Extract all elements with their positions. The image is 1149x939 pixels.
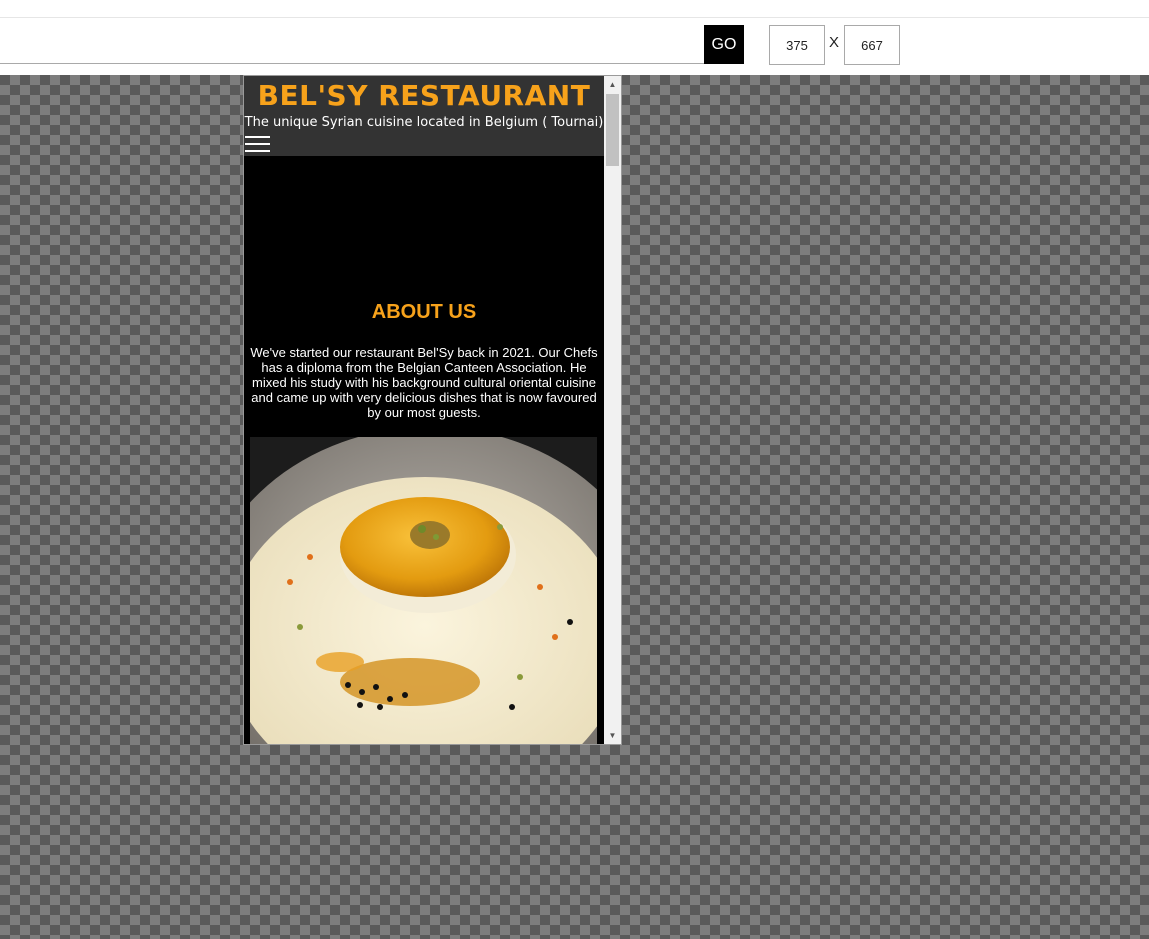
device-frame: BEL'SY RESTAURANT The unique Syrian cuis… bbox=[243, 75, 622, 745]
go-button[interactable]: GO bbox=[704, 25, 744, 64]
site-viewport[interactable]: BEL'SY RESTAURANT The unique Syrian cuis… bbox=[244, 76, 604, 744]
hamburger-menu-icon[interactable] bbox=[245, 135, 270, 153]
about-paragraph: We've started our restaurant Bel'Sy back… bbox=[250, 345, 598, 420]
vertical-scrollbar[interactable]: ▲ ▼ bbox=[604, 76, 621, 744]
dessert-image-icon bbox=[250, 437, 597, 744]
top-strip bbox=[0, 0, 1149, 18]
scroll-down-arrow-icon[interactable]: ▼ bbox=[604, 727, 621, 744]
site-title: BEL'SY RESTAURANT bbox=[257, 79, 591, 112]
height-input[interactable] bbox=[844, 25, 900, 65]
menu-bar-line bbox=[245, 143, 270, 145]
scroll-thumb[interactable] bbox=[606, 94, 619, 166]
menu-bar-line bbox=[245, 150, 270, 152]
scroll-up-arrow-icon[interactable]: ▲ bbox=[604, 76, 621, 93]
width-input[interactable] bbox=[769, 25, 825, 65]
responsive-toolbar: GO X bbox=[0, 18, 1149, 75]
menu-bar-line bbox=[245, 136, 270, 138]
site-header: BEL'SY RESTAURANT The unique Syrian cuis… bbox=[244, 76, 604, 156]
url-input[interactable] bbox=[0, 24, 704, 64]
about-heading: ABOUT US bbox=[371, 301, 477, 323]
dessert-photo bbox=[250, 437, 597, 744]
site-subtitle: The unique Syrian cuisine located in Bel… bbox=[244, 115, 604, 130]
dimension-separator: X bbox=[829, 34, 840, 51]
